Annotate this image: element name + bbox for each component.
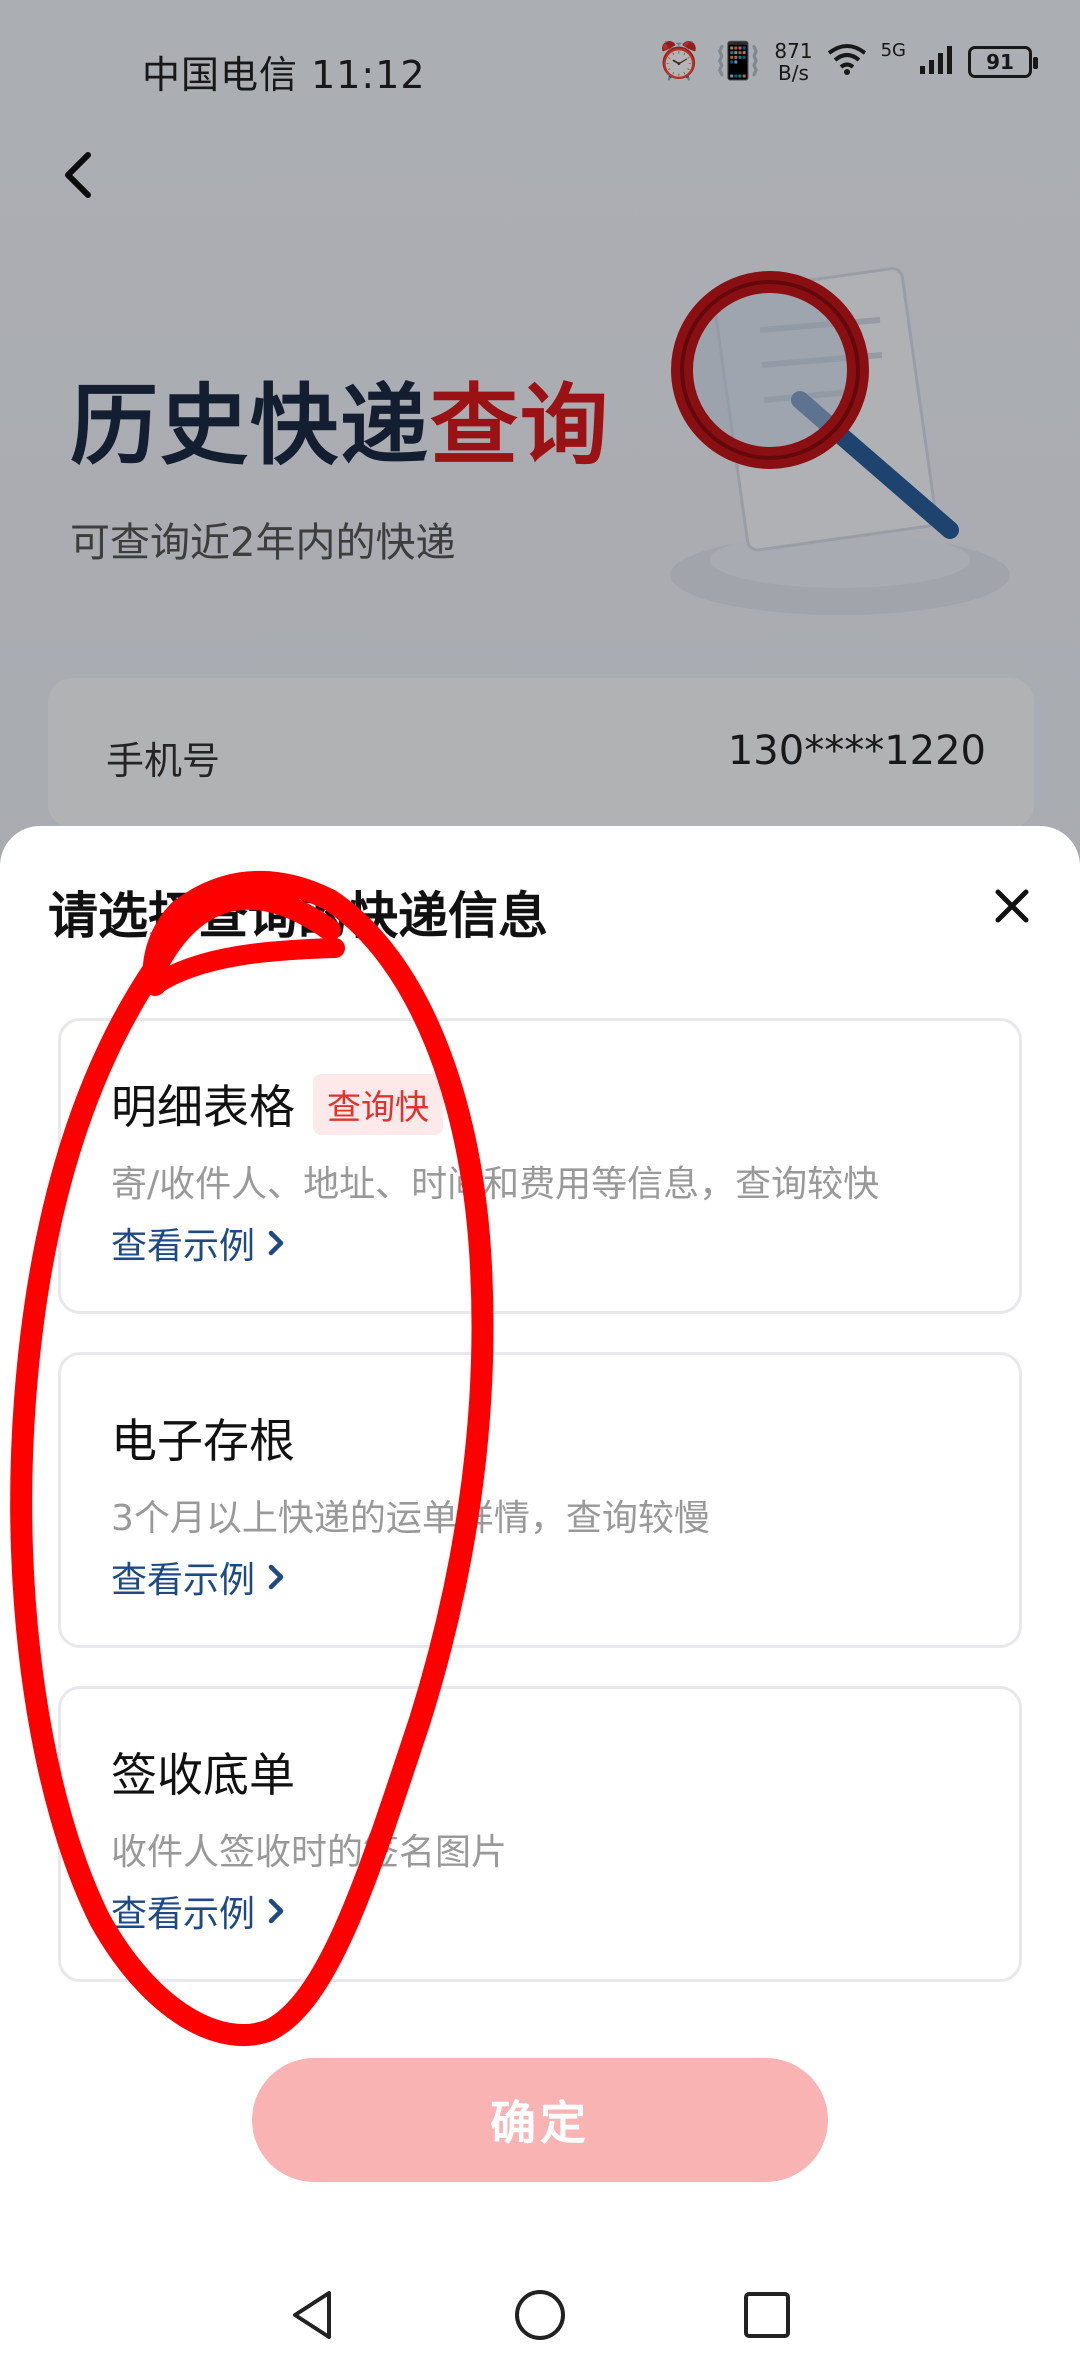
sheet-title: 请选择查询的快递信息: [48, 887, 548, 945]
view-example-link[interactable]: 查看示例: [111, 1885, 287, 1937]
bottom-sheet: 请选择查询的快递信息 明细表格 查询快 寄/收件人、地址、时间和费用等信息，查询…: [0, 826, 1080, 2370]
view-example-link[interactable]: 查看示例: [111, 1217, 287, 1269]
option-card-signature-receipt[interactable]: 签收底单 收件人签收时的签名图片 查看示例: [58, 1686, 1022, 1982]
close-icon: [995, 889, 1029, 923]
confirm-button[interactable]: 确定: [252, 2058, 828, 2182]
option-description: 收件人签收时的签名图片: [111, 1832, 508, 1873]
option-title: 明细表格: [111, 1080, 295, 1134]
close-button[interactable]: [984, 878, 1040, 934]
option-card-detail-table[interactable]: 明细表格 查询快 寄/收件人、地址、时间和费用等信息，查询较快 查看示例: [58, 1018, 1022, 1314]
chevron-right-icon: [268, 1898, 284, 1924]
option-title: 签收底单: [111, 1748, 295, 1802]
option-card-electronic-stub[interactable]: 电子存根 3个月以上快递的运单详情，查询较慢 查看示例: [58, 1352, 1022, 1648]
system-nav-bar: [0, 2260, 1080, 2370]
recents-square-icon[interactable]: [739, 2287, 795, 2343]
view-example-label: 查看示例: [111, 1226, 256, 1267]
option-description: 3个月以上快递的运单详情，查询较慢: [111, 1498, 710, 1539]
chevron-right-icon: [268, 1564, 284, 1590]
option-title-row: 签收底单: [111, 1739, 295, 1805]
option-title-row: 明细表格 查询快: [111, 1071, 443, 1137]
chevron-right-icon: [268, 1230, 284, 1256]
option-description: 寄/收件人、地址、时间和费用等信息，查询较快: [111, 1164, 880, 1205]
option-title: 电子存根: [111, 1414, 295, 1468]
fast-query-badge: 查询快: [313, 1073, 443, 1135]
home-circle-icon[interactable]: [512, 2287, 568, 2343]
view-example-label: 查看示例: [111, 1894, 256, 1935]
back-triangle-icon[interactable]: [285, 2287, 341, 2343]
view-example-label: 查看示例: [111, 1560, 256, 1601]
view-example-link[interactable]: 查看示例: [111, 1551, 287, 1603]
option-title-row: 电子存根: [111, 1405, 295, 1471]
